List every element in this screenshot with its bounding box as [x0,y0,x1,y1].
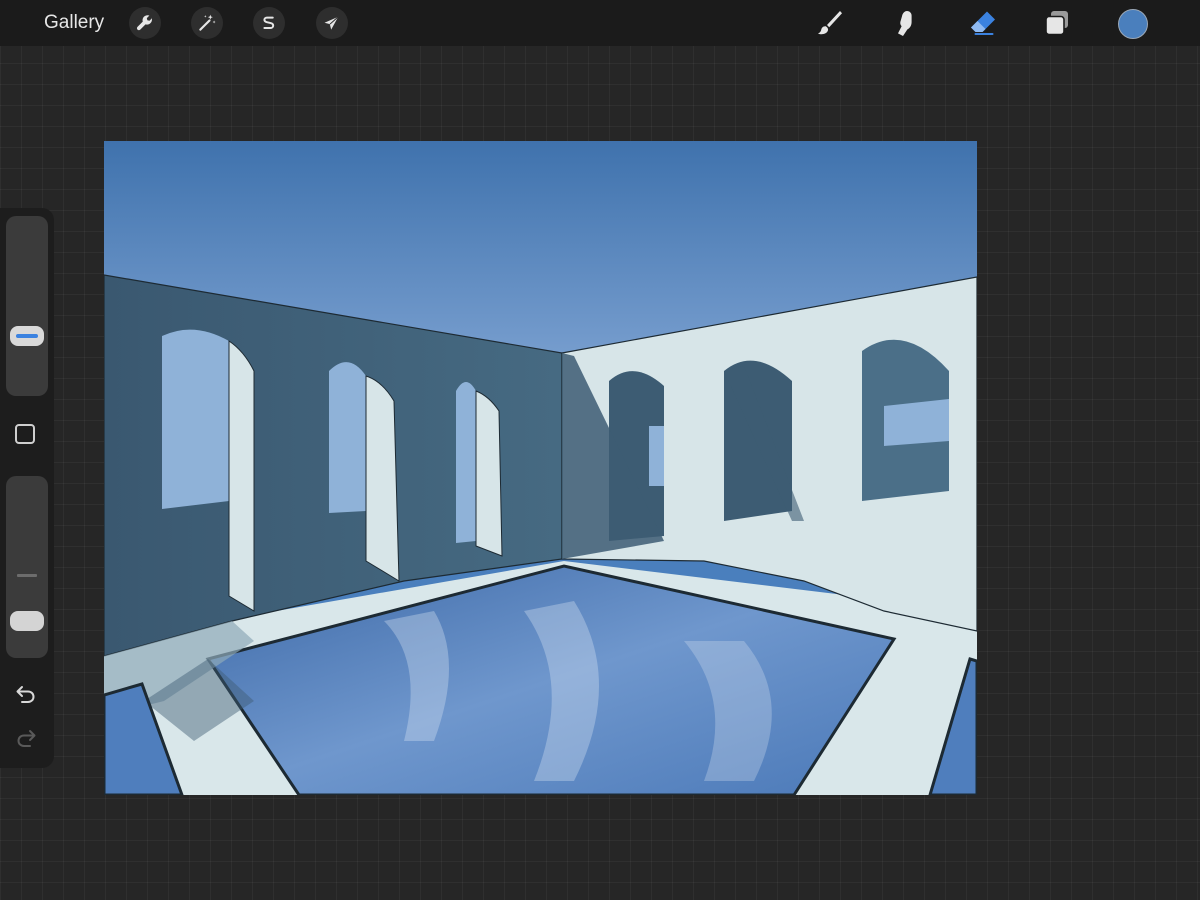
layers-icon [1045,11,1068,36]
redo-button[interactable] [13,726,39,752]
smudge-button[interactable] [888,6,922,40]
pier [475,390,503,557]
eraser-icon [971,11,995,35]
drawing-canvas[interactable] [104,141,977,795]
brush-opacity-thumb[interactable] [10,610,44,631]
selection-s-icon [263,16,275,29]
wrench-icon [136,15,153,31]
brush-size-slider[interactable] [6,216,48,396]
redo-arrow-icon [17,730,36,747]
brush-button[interactable] [812,6,846,40]
brush-icon [818,11,842,35]
eraser-button[interactable] [966,6,1000,40]
smudge-finger-icon [898,11,912,36]
modify-button[interactable] [15,424,35,444]
size-indicator [16,334,38,339]
artwork [104,141,977,795]
brush-size-thumb[interactable] [10,326,44,347]
brush-opacity-slider[interactable] [6,476,48,658]
adjustments-button[interactable] [191,7,223,39]
layers-button[interactable] [1040,6,1074,40]
undo-button[interactable] [13,682,39,708]
arch-sky-view [884,399,949,446]
sidebar [0,208,54,768]
arch-sky-view [649,426,664,486]
undo-arrow-icon [16,686,35,703]
arch-opening [162,329,229,509]
pier [365,375,400,582]
magic-wand-icon [199,14,216,31]
actions-button[interactable] [129,7,161,39]
arch-opening [329,362,366,513]
procreate-app: Gallery [0,0,1200,900]
arrow-cursor-icon [324,16,339,30]
color-picker-button[interactable] [1118,9,1148,39]
arch-opening [456,382,476,543]
transform-button[interactable] [316,7,348,39]
top-toolbar: Gallery [0,0,1200,46]
opacity-tick [17,574,37,577]
selection-button[interactable] [253,7,285,39]
gallery-button[interactable]: Gallery [36,9,112,37]
pier [228,340,255,612]
